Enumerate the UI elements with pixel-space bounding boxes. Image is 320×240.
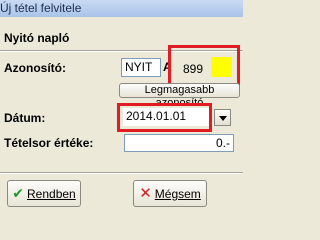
ok-button-label: Rendben (27, 187, 76, 201)
highest-id-button[interactable]: Legmagasabb azonosító (119, 83, 240, 109)
close-icon: ✕ (139, 185, 152, 202)
title-bar: Új tétel felvitele (0, 0, 243, 17)
section-title: Nyitó napló (4, 31, 70, 45)
check-icon: ✔ (12, 185, 24, 201)
datum-dropdown-button[interactable] (214, 109, 231, 126)
window-title: Új tétel felvitele (0, 1, 82, 15)
datum-label: Dátum: (4, 111, 46, 125)
cancel-button-label: Mégsem (154, 187, 201, 201)
cancel-button[interactable]: ✕ Mégsem (133, 180, 207, 207)
yellow-marker (211, 57, 232, 77)
divider-bottom-highlight (0, 173, 243, 174)
tetelsor-label: Tételsor értéke: (4, 136, 94, 150)
azonosito-prefix-field[interactable]: NYIT (121, 58, 161, 77)
azonosito-label: Azonosító: (4, 61, 66, 75)
ok-button[interactable]: ✔ Rendben (7, 180, 81, 207)
datum-field[interactable]: 2014.01.01 (123, 108, 209, 126)
tetelsor-field[interactable]: 0.- (124, 134, 234, 152)
